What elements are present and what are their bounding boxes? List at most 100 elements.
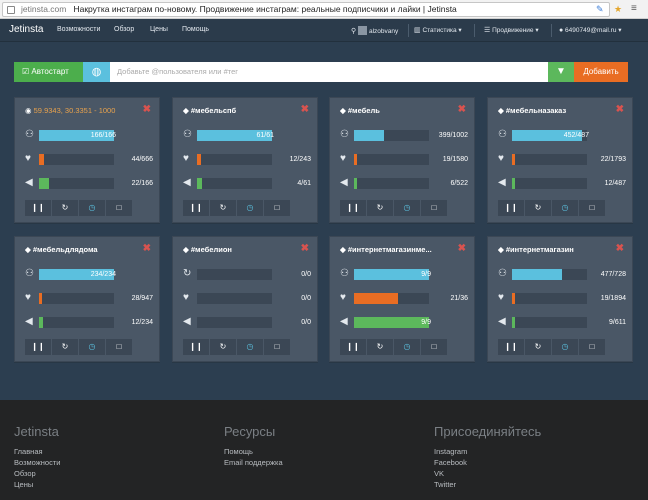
refresh-button[interactable]: ↻ [210,200,236,216]
ads-row: ◀ 9/9 [340,316,468,329]
star-icon[interactable]: ★ [614,4,622,14]
refresh-icon: ↻ [183,268,192,279]
account-menu[interactable]: ● 6490749@mail.ru ▾ [559,26,622,34]
ads-row: ◀ 6/522 [340,177,468,190]
nav-link-overview[interactable]: Обзор [114,26,134,33]
likes-count: 12/243 [289,156,311,163]
card-title: ◆ #мебель [340,106,380,115]
card-title: ◆ #интернетмагазин [498,245,574,254]
schedule-button[interactable]: ◷ [79,200,105,216]
heart-icon: ♥ [183,292,189,303]
stats-menu[interactable]: ▥ Статистика ▾ [414,26,462,34]
details-button[interactable]: □ [264,339,290,355]
likes-row: ♥ 19/1580 [340,153,468,166]
schedule-button[interactable]: ◷ [237,339,263,355]
details-button[interactable]: □ [106,200,132,216]
pause-button[interactable]: ❙❙ [340,200,366,216]
heart-icon: ♥ [183,153,189,164]
likes-progress-fill [39,293,42,304]
footer-link-help[interactable]: Помощь [224,446,253,457]
footer-link-overview[interactable]: Обзор [14,468,36,479]
schedule-button[interactable]: ◷ [394,200,420,216]
details-button[interactable]: □ [421,200,447,216]
refresh-button[interactable]: ↻ [52,339,78,355]
likes-count: 22/1793 [600,156,626,163]
footer-link-instagram[interactable]: Instagram [434,446,467,457]
close-icon[interactable]: ✖ [301,243,309,254]
task-card: ◆ #интернетмагазин ✖ ⚇ 477/728 ♥ 19/1894 ◀ 9/61… [487,236,633,362]
filter-button[interactable]: ▼ [548,62,574,82]
close-icon[interactable]: ✖ [616,243,624,254]
footer-link-vk[interactable]: VK [434,468,444,479]
pen-icon[interactable]: ✎ [596,4,604,14]
details-button[interactable]: □ [579,200,605,216]
site-navbar: Jetinsta Возможности Обзор Цены Помощь ⚲… [0,19,648,42]
megaphone-icon: ◀ [498,177,506,188]
followers-count: 399/1002 [438,132,468,139]
menu-icon[interactable]: ≡ [631,4,637,14]
close-icon[interactable]: ✖ [143,243,151,254]
refresh-button[interactable]: ↻ [367,339,393,355]
likes-progress-bar [39,293,114,304]
likes-progress-bar [512,154,587,165]
card-title: ◆ #мебелион [183,245,232,254]
tag-icon: ◆ [183,106,191,115]
refresh-button[interactable]: ↻ [210,339,236,355]
pause-button[interactable]: ❙❙ [25,200,51,216]
add-button[interactable]: Добавить [574,62,628,82]
close-icon[interactable]: ✖ [616,104,624,115]
details-button[interactable]: □ [421,339,447,355]
close-icon[interactable]: ✖ [458,243,466,254]
pause-button[interactable]: ❙❙ [498,200,524,216]
footer-link-email[interactable]: Email поддержка [224,457,283,468]
pause-button[interactable]: ❙❙ [183,200,209,216]
footer-link-prices[interactable]: Цены [14,479,33,490]
schedule-button[interactable]: ◷ [394,339,420,355]
clock-icon: ◷ [561,342,569,351]
refresh-button[interactable]: ↻ [525,200,551,216]
schedule-button[interactable]: ◷ [79,339,105,355]
close-icon[interactable]: ✖ [143,104,151,115]
promo-menu[interactable]: ☰ Продвижение ▾ [484,26,539,34]
pause-button[interactable]: ❙❙ [183,339,209,355]
pause-button[interactable]: ❙❙ [498,339,524,355]
nav-link-features[interactable]: Возможности [57,26,100,33]
pause-button[interactable]: ❙❙ [25,339,51,355]
schedule-button[interactable]: ◷ [237,200,263,216]
refresh-button[interactable]: ↻ [52,200,78,216]
close-icon[interactable]: ✖ [301,104,309,115]
details-button[interactable]: □ [579,339,605,355]
autostart-button[interactable]: ☑ Автостарт [14,62,83,82]
refresh-button[interactable]: ↻ [525,339,551,355]
user-menu[interactable]: ⚲ alzobvany [351,26,398,35]
details-button[interactable]: □ [106,339,132,355]
footer-link-facebook[interactable]: Facebook [434,457,467,468]
footer-join-title: Присоединяйтесь [434,424,542,439]
square-icon: □ [116,203,122,212]
page-icon [7,6,15,14]
search-input[interactable]: Добавьте @пользователя или #тег [110,62,548,82]
globe-button[interactable]: ◍ [83,62,110,82]
brand-logo[interactable]: Jetinsta [9,24,43,35]
refresh-icon: ↻ [61,203,69,212]
address-bar[interactable]: jetinsta.com Накрутка инстаграм по-новом… [2,2,610,17]
footer-link-twitter[interactable]: Twitter [434,479,456,490]
nav-link-help[interactable]: Помощь [182,26,209,33]
footer-link-home[interactable]: Главная [14,446,43,457]
schedule-button[interactable]: ◷ [552,200,578,216]
square-icon: □ [274,342,280,351]
refresh-button[interactable]: ↻ [367,200,393,216]
nav-link-prices[interactable]: Цены [150,26,168,33]
details-button[interactable]: □ [264,200,290,216]
pause-button[interactable]: ❙❙ [340,339,366,355]
ads-progress-fill [39,178,49,189]
chart-icon: ▥ [414,27,421,34]
pause-icon: ❙❙ [346,342,360,351]
followers-row: ↻ 0/0 [183,268,311,281]
tag-icon: ◆ [183,245,191,254]
footer-link-features[interactable]: Возможности [14,457,60,468]
close-icon[interactable]: ✖ [458,104,466,115]
ads-row: ◀ 4/61 [183,177,311,190]
megaphone-icon: ◀ [340,316,348,327]
schedule-button[interactable]: ◷ [552,339,578,355]
